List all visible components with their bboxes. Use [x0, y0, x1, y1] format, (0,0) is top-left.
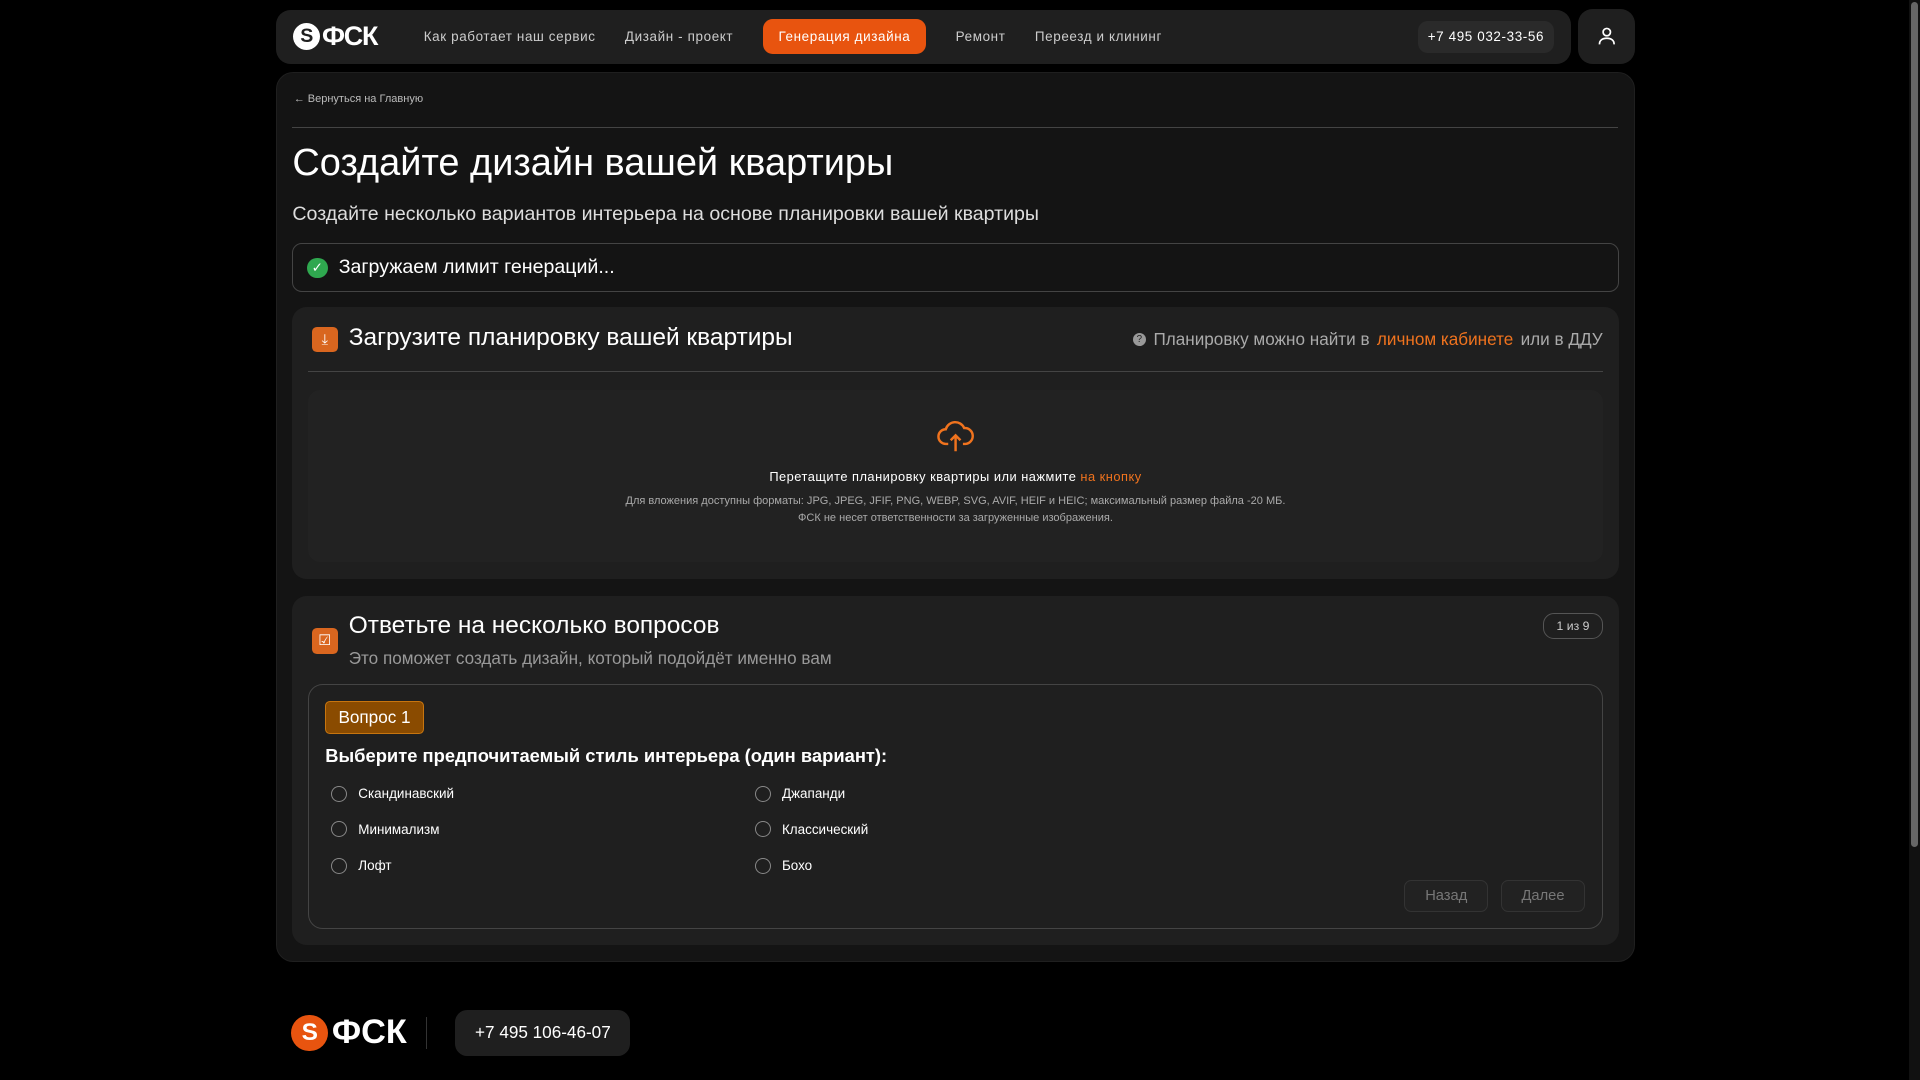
user-button[interactable]: [1578, 8, 1635, 64]
nav-design-generation[interactable]: Генерация дизайна: [762, 19, 927, 54]
logo[interactable]: S ФСК: [292, 21, 378, 52]
footer-logo[interactable]: S ФСК: [291, 1013, 428, 1052]
option-classic[interactable]: Классический: [755, 821, 868, 838]
nav-moving-cleaning[interactable]: Переезд и клининг: [1035, 29, 1162, 44]
logo-icon: S: [292, 23, 320, 51]
upload-hint: ? Планировку можно найти в личном кабинете…: [1132, 329, 1603, 350]
upload-card: ⤓ Загрузите планировку вашей квартиры ? П…: [292, 307, 1619, 579]
radio[interactable]: [331, 857, 348, 874]
nav-renovation[interactable]: Ремонт: [956, 29, 1006, 44]
quiz-card: ☑ Ответьте на несколько вопросов Это пом…: [292, 596, 1619, 946]
limit-status: ✓ Загружаем лимит генераций...: [292, 243, 1619, 293]
logo-icon: S: [291, 1014, 329, 1052]
radio[interactable]: [755, 785, 771, 802]
option-loft[interactable]: Лофт: [331, 857, 392, 874]
option-boho[interactable]: Бохо: [755, 857, 812, 874]
divider: [308, 370, 1603, 372]
quiz-subtitle: Это поможет создать дизайн, который подо…: [348, 647, 832, 668]
radio[interactable]: [755, 857, 771, 874]
radio[interactable]: [331, 821, 348, 838]
radio[interactable]: [331, 785, 348, 802]
radio[interactable]: [755, 821, 771, 838]
option-japandi[interactable]: Джапанди: [755, 785, 845, 802]
cabinet-link[interactable]: личном кабинете: [1377, 329, 1513, 350]
nav-how-it-works[interactable]: Как работает наш сервис: [424, 29, 596, 44]
download-icon: ⤓: [311, 326, 338, 353]
scrollbar-thumb[interactable]: [1911, 2, 1918, 848]
back-button[interactable]: Назад: [1404, 879, 1489, 912]
quiz-counter: 1 из 9: [1543, 613, 1603, 640]
upload-title: Загрузите планировку вашей квартиры: [348, 324, 793, 352]
next-button[interactable]: Далее: [1500, 879, 1586, 912]
question-text: Выберите предпочитаемый стиль интерьера …: [325, 745, 888, 767]
page-title: Создайте дизайн вашей квартиры: [292, 141, 894, 184]
top-nav: S ФСК Как работает наш сервис Дизайн - пр…: [275, 9, 1572, 64]
check-icon: ✓: [306, 257, 328, 279]
option-minimalism[interactable]: Минимализм: [331, 821, 439, 838]
main-panel: ← Вернуться на Главную Создайте дизайн в…: [275, 72, 1635, 963]
quiz-title: Ответьте на несколько вопросов: [348, 612, 720, 639]
back-link[interactable]: ← Вернуться на Главную: [294, 93, 423, 105]
nav-phone[interactable]: +7 495 032-33-56: [1417, 20, 1554, 53]
upload-button-link[interactable]: на кнопку: [1080, 469, 1141, 484]
arrow-left-icon: ←: [293, 92, 308, 105]
checklist-icon: ☑: [311, 627, 338, 654]
divider: [292, 127, 1618, 129]
cloud-upload-icon: [308, 417, 1602, 462]
upload-dropzone[interactable]: Перетащите планировку квартиры или нажми…: [308, 390, 1603, 562]
footer-phone[interactable]: +7 495 106-46-07: [455, 1010, 631, 1056]
page-subtitle: Создайте несколько вариантов интерьера н…: [292, 203, 1040, 226]
option-scandinavian[interactable]: Скандинавский: [331, 785, 454, 802]
nav-design-project[interactable]: Дизайн - проект: [625, 29, 733, 44]
question-icon: ?: [1132, 332, 1147, 347]
question-box: Вопрос 1 Выберите предпочитаемый стиль и…: [308, 684, 1603, 930]
footer: S ФСК +7 495 106-46-07: [291, 1010, 631, 1056]
user-icon: [1598, 27, 1615, 45]
question-tag: Вопрос 1: [325, 701, 424, 734]
